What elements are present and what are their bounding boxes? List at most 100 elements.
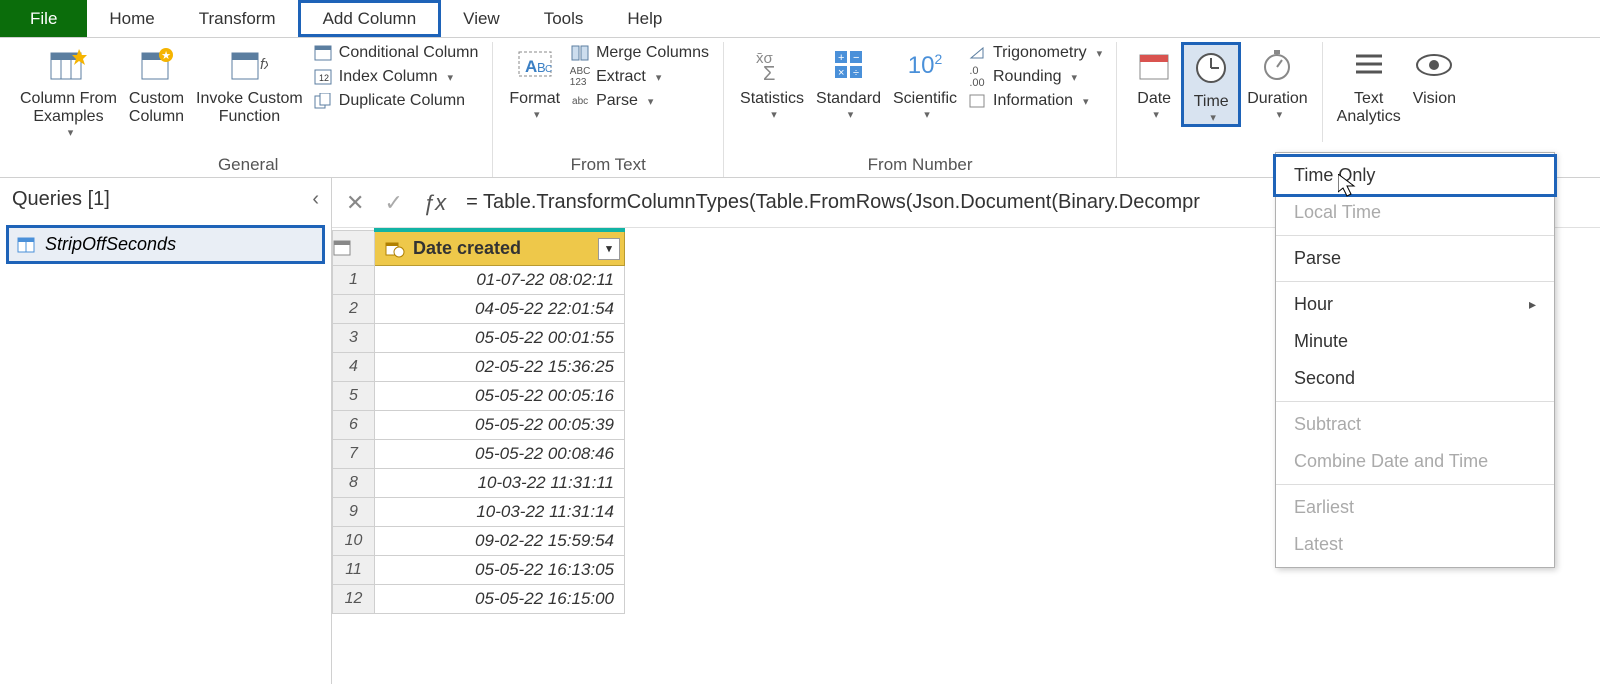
cell-value[interactable]: 05-05-22 00:01:55 bbox=[375, 324, 625, 353]
svg-text:12: 12 bbox=[319, 73, 329, 83]
menu-view[interactable]: View bbox=[441, 0, 522, 37]
scientific-button[interactable]: 102 Scientific bbox=[887, 42, 963, 121]
row-number[interactable]: 6 bbox=[333, 411, 375, 440]
duplicate-icon bbox=[313, 92, 333, 110]
rounding-button[interactable]: .0.00Rounding bbox=[967, 68, 1102, 86]
table-row[interactable]: 705-05-22 00:08:46 bbox=[333, 440, 625, 469]
row-number[interactable]: 2 bbox=[333, 295, 375, 324]
text-analytics-button[interactable]: Text Analytics bbox=[1331, 42, 1407, 126]
conditional-column-button[interactable]: Conditional Column bbox=[313, 44, 479, 62]
svg-text:Σ: Σ bbox=[763, 63, 775, 82]
column-header-date-created[interactable]: Date created ▾ bbox=[375, 230, 625, 266]
row-number[interactable]: 3 bbox=[333, 324, 375, 353]
cancel-formula-button[interactable]: ✕ bbox=[346, 190, 364, 216]
custom-column-button[interactable]: ★ Custom Column bbox=[123, 42, 190, 126]
standard-button[interactable]: +−×÷ Standard bbox=[810, 42, 887, 121]
local-time-item[interactable]: Local Time bbox=[1276, 194, 1554, 231]
subtract-item[interactable]: Subtract bbox=[1276, 406, 1554, 443]
table-row[interactable]: 305-05-22 00:01:55 bbox=[333, 324, 625, 353]
cell-value[interactable]: 05-05-22 16:15:00 bbox=[375, 585, 625, 614]
duplicate-column-button[interactable]: Duplicate Column bbox=[313, 92, 479, 110]
menu-transform[interactable]: Transform bbox=[177, 0, 298, 37]
fx-icon: ƒx bbox=[423, 190, 446, 216]
format-button[interactable]: ABC Format bbox=[503, 42, 566, 121]
index-column-button[interactable]: 12Index Column bbox=[313, 68, 479, 86]
accept-formula-button[interactable]: ✓ bbox=[384, 190, 402, 216]
table-row[interactable]: 402-05-22 15:36:25 bbox=[333, 353, 625, 382]
latest-item[interactable]: Latest bbox=[1276, 526, 1554, 563]
menu-home[interactable]: Home bbox=[87, 0, 176, 37]
table-row[interactable]: 1009-02-22 15:59:54 bbox=[333, 527, 625, 556]
formula-text[interactable]: = Table.TransformColumnTypes(Table.FromR… bbox=[466, 191, 1200, 214]
sigma-icon: x̄σΣ bbox=[751, 44, 793, 86]
row-number[interactable]: 12 bbox=[333, 585, 375, 614]
calendar-icon bbox=[1133, 44, 1175, 86]
trigonometry-button[interactable]: Trigonometry bbox=[967, 44, 1102, 62]
row-number[interactable]: 9 bbox=[333, 498, 375, 527]
cell-value[interactable]: 10-03-22 11:31:11 bbox=[375, 469, 625, 498]
invoke-custom-function-button[interactable]: fx Invoke Custom Function bbox=[190, 42, 309, 126]
group-label-from-number: From Number bbox=[734, 153, 1106, 175]
table-row[interactable]: 810-03-22 11:31:11 bbox=[333, 469, 625, 498]
cell-value[interactable]: 04-05-22 22:01:54 bbox=[375, 295, 625, 324]
table-row[interactable]: 910-03-22 11:31:14 bbox=[333, 498, 625, 527]
table-fx-icon: fx bbox=[228, 44, 270, 86]
information-button[interactable]: Information bbox=[967, 92, 1102, 110]
queries-title: Queries [1] bbox=[12, 188, 110, 211]
extract-button[interactable]: ABC123Extract bbox=[570, 68, 709, 86]
duration-button[interactable]: Duration bbox=[1241, 42, 1313, 121]
column-filter-button[interactable]: ▾ bbox=[598, 238, 620, 260]
parse-button[interactable]: abcParse bbox=[570, 92, 709, 110]
date-button[interactable]: Date bbox=[1127, 42, 1181, 121]
time-only-item[interactable]: Time Only bbox=[1273, 154, 1557, 197]
cell-value[interactable]: 10-03-22 11:31:14 bbox=[375, 498, 625, 527]
earliest-item[interactable]: Earliest bbox=[1276, 489, 1554, 526]
menu-tools[interactable]: Tools bbox=[522, 0, 606, 37]
table-row[interactable]: 204-05-22 22:01:54 bbox=[333, 295, 625, 324]
svg-text:★: ★ bbox=[162, 50, 172, 62]
table-row[interactable]: 101-07-22 08:02:11 bbox=[333, 266, 625, 295]
row-number[interactable]: 1 bbox=[333, 266, 375, 295]
time-button[interactable]: Time bbox=[1181, 42, 1241, 127]
cell-value[interactable]: 05-05-22 16:13:05 bbox=[375, 556, 625, 585]
table-corner[interactable] bbox=[333, 230, 375, 266]
row-number[interactable]: 7 bbox=[333, 440, 375, 469]
column-from-examples-button[interactable]: Column From Examples bbox=[14, 42, 123, 139]
second-item[interactable]: Second bbox=[1276, 360, 1554, 397]
cell-value[interactable]: 05-05-22 00:08:46 bbox=[375, 440, 625, 469]
row-number[interactable]: 5 bbox=[333, 382, 375, 411]
menu-add-column[interactable]: Add Column bbox=[298, 0, 442, 37]
table-row[interactable]: 605-05-22 00:05:39 bbox=[333, 411, 625, 440]
minute-item[interactable]: Minute bbox=[1276, 323, 1554, 360]
time-parse-item[interactable]: Parse bbox=[1276, 240, 1554, 277]
row-number[interactable]: 10 bbox=[333, 527, 375, 556]
menu-help[interactable]: Help bbox=[605, 0, 684, 37]
data-table: Date created ▾ 101-07-22 08:02:11204-05-… bbox=[332, 228, 625, 614]
collapse-pane-button[interactable]: ‹ bbox=[312, 188, 319, 211]
combine-item[interactable]: Combine Date and Time bbox=[1276, 443, 1554, 480]
merge-columns-button[interactable]: Merge Columns bbox=[570, 44, 709, 62]
svg-text:÷: ÷ bbox=[853, 67, 859, 79]
table-icon bbox=[17, 237, 35, 253]
menu-file[interactable]: File bbox=[0, 0, 87, 37]
table-row[interactable]: 1105-05-22 16:13:05 bbox=[333, 556, 625, 585]
row-number[interactable]: 8 bbox=[333, 469, 375, 498]
row-number[interactable]: 4 bbox=[333, 353, 375, 382]
query-item[interactable]: StripOffSeconds bbox=[6, 225, 325, 264]
cell-value[interactable]: 02-05-22 15:36:25 bbox=[375, 353, 625, 382]
parse-icon: abc bbox=[570, 92, 590, 110]
svg-text:A: A bbox=[525, 57, 537, 76]
cell-value[interactable]: 01-07-22 08:02:11 bbox=[375, 266, 625, 295]
row-number[interactable]: 11 bbox=[333, 556, 375, 585]
table-row[interactable]: 1205-05-22 16:15:00 bbox=[333, 585, 625, 614]
stopwatch-icon bbox=[1256, 44, 1298, 86]
hour-item[interactable]: Hour bbox=[1276, 286, 1554, 323]
cell-value[interactable]: 05-05-22 00:05:16 bbox=[375, 382, 625, 411]
cell-value[interactable]: 09-02-22 15:59:54 bbox=[375, 527, 625, 556]
cell-value[interactable]: 05-05-22 00:05:39 bbox=[375, 411, 625, 440]
svg-text:−: − bbox=[853, 52, 859, 64]
merge-icon bbox=[570, 44, 590, 62]
vision-button[interactable]: Vision bbox=[1407, 42, 1462, 108]
table-row[interactable]: 505-05-22 00:05:16 bbox=[333, 382, 625, 411]
statistics-button[interactable]: x̄σΣ Statistics bbox=[734, 42, 810, 121]
